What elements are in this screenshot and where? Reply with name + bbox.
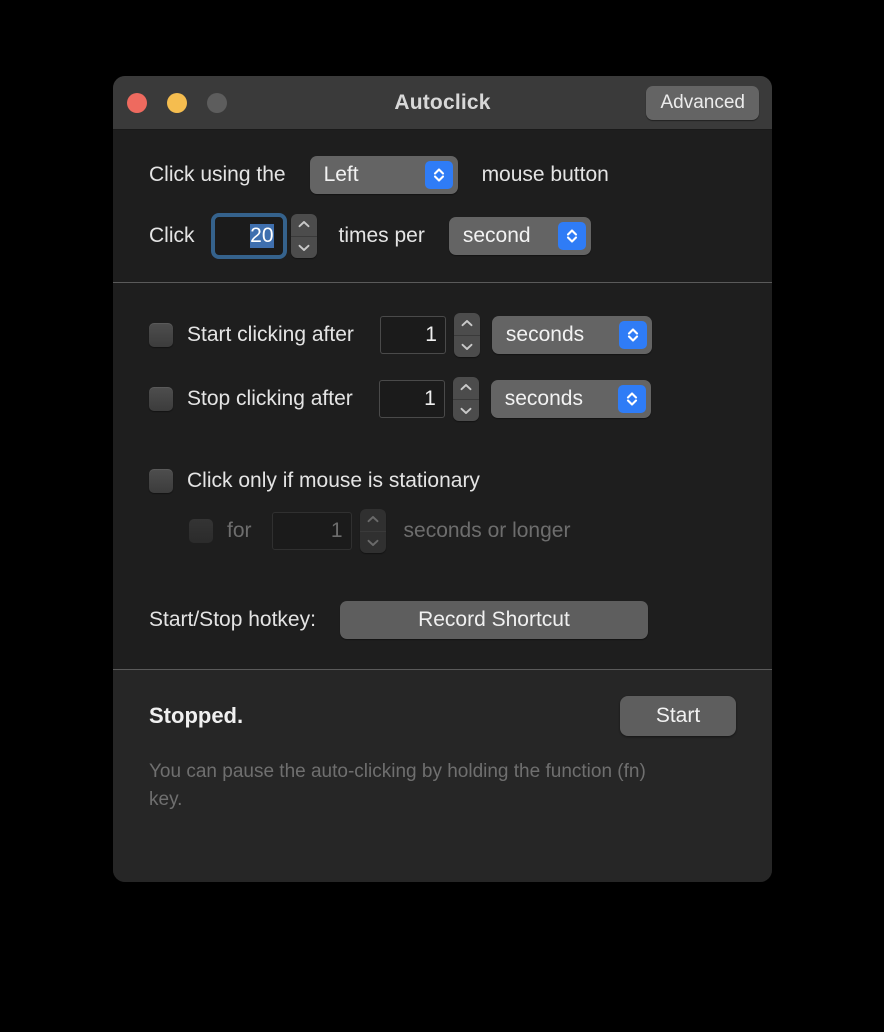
start-clicking-checkbox[interactable] <box>149 323 173 347</box>
chevron-updown-icon <box>618 321 647 349</box>
start-delay-unit-select[interactable]: seconds <box>491 316 652 354</box>
hotkey-label: Start/Stop hotkey: <box>149 608 316 631</box>
stop-clicking-checkbox[interactable] <box>149 387 173 411</box>
record-shortcut-button[interactable]: Record Shortcut <box>339 601 648 639</box>
stationary-label: Click only if mouse is stationary <box>187 469 480 492</box>
stationary-row: Click only if mouse is stationary <box>149 469 736 493</box>
mouse-button-suffix-label: mouse button <box>481 163 609 186</box>
start-delay-stepper[interactable] <box>453 313 480 358</box>
stepper-decrement[interactable] <box>454 336 480 358</box>
click-config-section: Click using the Left mouse button Click <box>113 130 772 282</box>
stepper-decrement[interactable] <box>453 400 479 422</box>
start-delay-input[interactable] <box>379 316 446 354</box>
stepper-increment[interactable] <box>453 313 480 336</box>
stepper-increment[interactable] <box>452 377 479 400</box>
start-clicking-label: Start clicking after <box>187 323 354 346</box>
stepper-decrement[interactable] <box>360 532 386 554</box>
title-bar: Autoclick Advanced <box>113 76 772 130</box>
click-rate-stepper[interactable] <box>290 214 317 259</box>
click-rate-row: Click times per second <box>149 213 736 259</box>
click-using-label: Click using the <box>149 163 286 186</box>
stop-delay-input[interactable] <box>378 380 445 418</box>
status-section: Stopped. Start You can pause the auto-cl… <box>113 670 772 882</box>
click-rate-input[interactable] <box>210 213 287 259</box>
stop-delay-stepper[interactable] <box>452 377 479 422</box>
hotkey-row: Start/Stop hotkey: Record Shortcut <box>149 601 736 639</box>
mouse-button-select-value: Left <box>323 163 359 186</box>
chevron-updown-icon <box>557 222 586 250</box>
autoclick-window: Autoclick Advanced Click using the Left … <box>113 76 772 882</box>
stop-after-row: Stop clicking after seconds <box>149 377 736 421</box>
stop-delay-unit-value: seconds <box>504 387 583 410</box>
rate-unit-select[interactable]: second <box>448 217 591 255</box>
stationary-duration-input[interactable] <box>271 512 352 550</box>
stepper-increment[interactable] <box>290 214 317 237</box>
stationary-duration-stepper[interactable] <box>359 509 386 554</box>
start-delay-unit-value: seconds <box>505 323 585 346</box>
start-after-row: Start clicking after seconds <box>149 313 736 357</box>
timing-section: Start clicking after seconds <box>113 283 772 669</box>
stationary-suffix-label: seconds or longer <box>403 519 571 542</box>
stationary-duration-checkbox[interactable] <box>189 519 213 543</box>
mouse-button-row: Click using the Left mouse button <box>149 156 736 194</box>
advanced-button[interactable]: Advanced <box>646 85 759 120</box>
mouse-button-select[interactable]: Left <box>309 156 458 194</box>
status-hint-text: You can pause the auto-clicking by holdi… <box>149 761 646 810</box>
click-rate-prefix-label: Click <box>149 224 195 247</box>
stationary-checkbox[interactable] <box>149 469 173 493</box>
rate-unit-select-value: second <box>462 224 531 247</box>
click-rate-middle-label: times per <box>338 224 425 247</box>
stepper-decrement[interactable] <box>291 237 317 259</box>
chevron-updown-icon <box>617 385 646 413</box>
stepper-increment[interactable] <box>359 509 386 532</box>
stationary-for-label: for <box>227 519 252 542</box>
status-top-row: Stopped. Start <box>149 696 736 736</box>
stationary-duration-row: for seconds or longer <box>149 509 736 553</box>
stop-clicking-label: Stop clicking after <box>187 387 353 410</box>
stop-delay-unit-select[interactable]: seconds <box>490 380 651 418</box>
chevron-updown-icon <box>424 161 453 189</box>
start-button[interactable]: Start <box>620 696 736 736</box>
status-state-text: Stopped. <box>149 703 244 728</box>
